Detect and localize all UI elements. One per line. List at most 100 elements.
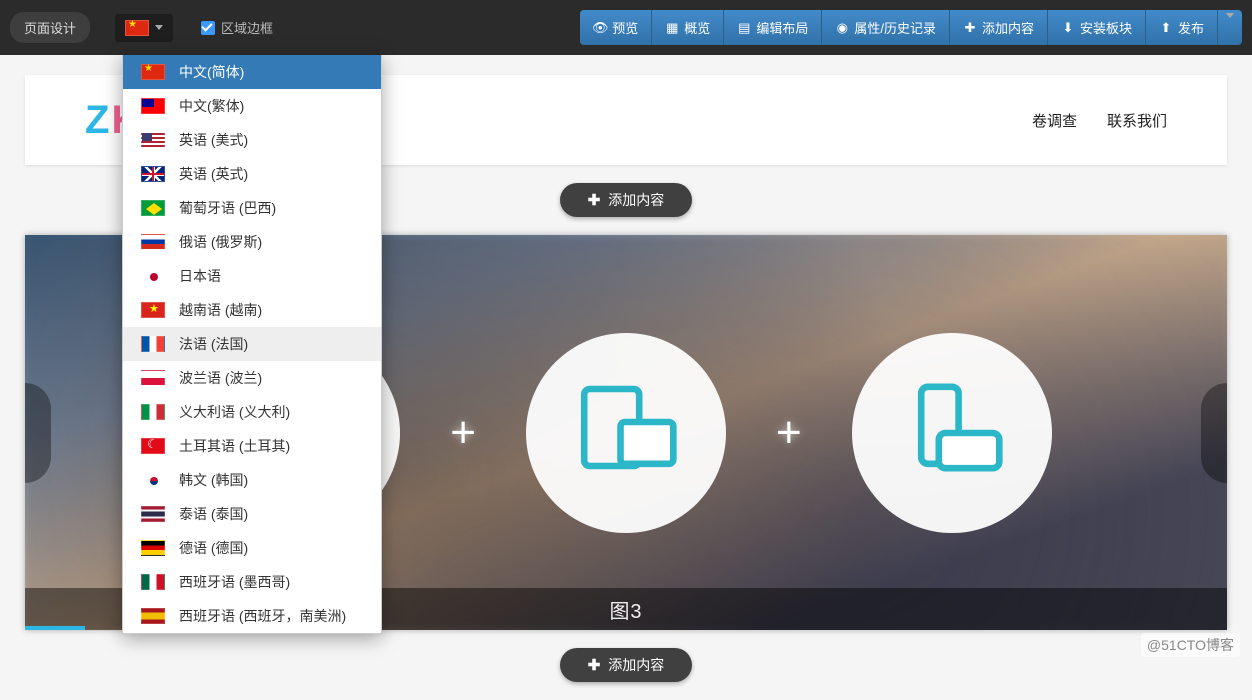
edit-layout-button[interactable]: ▤ 编辑布局 <box>724 10 822 45</box>
page-design-button[interactable]: 页面设计 <box>10 12 90 43</box>
editor-toolbar: 页面设计 区域边框 👁 预览 ▦ 概览 ▤ 编辑布局 ◉ 属性/历史记录 ✚ 添… <box>0 0 1252 55</box>
phone-icon <box>852 333 1052 533</box>
language-option[interactable]: 韩文 (韩国) <box>123 463 381 497</box>
layout-icon: ▤ <box>737 21 751 35</box>
language-option[interactable]: 葡萄牙语 (巴西) <box>123 191 381 225</box>
add-content-pill-top[interactable]: ✚ 添加内容 <box>560 183 693 217</box>
main-nav: 卷调查 联系我们 <box>1032 110 1167 131</box>
add-content-bar-bottom: ✚ 添加内容 <box>0 630 1252 700</box>
publish-dropdown-toggle[interactable] <box>1218 10 1242 45</box>
flag-icon <box>141 268 165 284</box>
flag-icon <box>141 438 165 454</box>
language-option[interactable]: 中文(简体) <box>123 55 381 89</box>
flag-icon <box>141 336 165 352</box>
flag-icon <box>141 472 165 488</box>
flag-icon <box>141 404 165 420</box>
add-content-pill-bottom[interactable]: ✚ 添加内容 <box>560 648 693 682</box>
record-icon: ◉ <box>835 21 849 35</box>
add-content-label: 添加内容 <box>982 18 1034 37</box>
checkbox-checked-icon <box>201 21 215 35</box>
flag-icon <box>141 506 165 522</box>
language-option[interactable]: 俄语 (俄罗斯) <box>123 225 381 259</box>
download-icon: ⬇ <box>1061 21 1075 35</box>
publish-button[interactable]: ⬆ 发布 <box>1146 10 1218 45</box>
attr-history-label: 属性/历史记录 <box>854 18 936 37</box>
eye-icon: 👁 <box>593 21 607 35</box>
chevron-down-icon <box>155 25 163 30</box>
language-dropdown: 中文(简体) 中文(繁体) 英语 (美式) 英语 (英式) 葡萄牙语 (巴西) 俄语 (俄… <box>122 55 382 634</box>
plus-separator: + <box>776 408 802 458</box>
logo-z: Z <box>85 98 111 142</box>
flag-icon <box>125 20 149 36</box>
install-block-label: 安装板块 <box>1080 18 1132 37</box>
flag-icon <box>141 540 165 556</box>
add-content-button[interactable]: ✚ 添加内容 <box>950 10 1048 45</box>
flag-icon <box>141 234 165 250</box>
language-option-label: 德语 (德国) <box>179 538 248 558</box>
flag-icon <box>141 574 165 590</box>
flag-icon <box>141 98 165 114</box>
language-option[interactable]: 日本语 <box>123 259 381 293</box>
plus-icon: ✚ <box>588 191 601 209</box>
plus-icon: ✚ <box>588 656 601 674</box>
language-option-label: 西班牙语 (西班牙，南美洲) <box>179 606 346 626</box>
attributes-history-button[interactable]: ◉ 属性/历史记录 <box>822 10 950 45</box>
language-option-label: 俄语 (俄罗斯) <box>179 232 262 252</box>
flag-icon <box>141 302 165 318</box>
language-option[interactable]: 法语 (法国) <box>123 327 381 361</box>
language-selector-button[interactable] <box>115 14 173 42</box>
overview-button[interactable]: ▦ 概览 <box>652 10 724 45</box>
language-option-label: 西班牙语 (墨西哥) <box>179 572 290 592</box>
language-option[interactable]: 中文(繁体) <box>123 89 381 123</box>
tablet-icon <box>526 333 726 533</box>
language-option-label: 中文(繁体) <box>179 96 244 116</box>
edit-layout-label: 编辑布局 <box>756 18 808 37</box>
flag-icon <box>141 200 165 216</box>
preview-button[interactable]: 👁 预览 <box>580 10 652 45</box>
flag-icon <box>141 132 165 148</box>
region-border-checkbox[interactable]: 区域边框 <box>201 18 273 37</box>
install-block-button[interactable]: ⬇ 安装板块 <box>1048 10 1146 45</box>
language-option-label: 葡萄牙语 (巴西) <box>179 198 276 218</box>
language-option-label: 土耳其语 (土耳其) <box>179 436 290 456</box>
language-option[interactable]: 英语 (英式) <box>123 157 381 191</box>
plus-icon: ✚ <box>963 21 977 35</box>
language-option[interactable]: 西班牙语 (墨西哥) <box>123 565 381 599</box>
flag-icon <box>141 370 165 386</box>
language-option[interactable]: 泰语 (泰国) <box>123 497 381 531</box>
language-option[interactable]: 西班牙语 (西班牙，南美洲) <box>123 599 381 633</box>
toolbar-actions: 👁 预览 ▦ 概览 ▤ 编辑布局 ◉ 属性/历史记录 ✚ 添加内容 ⬇ 安装板块… <box>580 10 1242 45</box>
language-option-label: 越南语 (越南) <box>179 300 262 320</box>
plus-separator: + <box>450 408 476 458</box>
upload-icon: ⬆ <box>1159 21 1173 35</box>
language-option[interactable]: 土耳其语 (土耳其) <box>123 429 381 463</box>
flag-icon <box>141 166 165 182</box>
region-border-label: 区域边框 <box>221 18 273 37</box>
language-option[interactable]: 英语 (美式) <box>123 123 381 157</box>
language-option[interactable]: 越南语 (越南) <box>123 293 381 327</box>
language-option-label: 韩文 (韩国) <box>179 470 248 490</box>
language-option-label: 义大利语 (义大利) <box>179 402 290 422</box>
nav-contact[interactable]: 联系我们 <box>1107 110 1167 131</box>
flag-icon <box>141 608 165 624</box>
language-option[interactable]: 义大利语 (义大利) <box>123 395 381 429</box>
add-content-pill-label: 添加内容 <box>608 655 664 675</box>
language-option-label: 波兰语 (波兰) <box>179 368 262 388</box>
language-option[interactable]: 波兰语 (波兰) <box>123 361 381 395</box>
add-content-pill-label: 添加内容 <box>608 190 664 210</box>
flag-icon <box>141 64 165 80</box>
preview-label: 预览 <box>612 18 638 37</box>
watermark: @51CTO博客 <box>1141 633 1240 657</box>
language-option-label: 英语 (美式) <box>179 130 248 150</box>
language-option-label: 日本语 <box>179 266 221 286</box>
nav-survey[interactable]: 卷调查 <box>1032 110 1077 131</box>
grid-icon: ▦ <box>665 21 679 35</box>
language-option-label: 泰语 (泰国) <box>179 504 248 524</box>
publish-label: 发布 <box>1178 18 1204 37</box>
hero-indicator <box>25 626 85 630</box>
overview-label: 概览 <box>684 18 710 37</box>
language-option[interactable]: 德语 (德国) <box>123 531 381 565</box>
chevron-down-icon <box>1226 13 1234 34</box>
language-option-label: 法语 (法国) <box>179 334 248 354</box>
language-option-label: 英语 (英式) <box>179 164 248 184</box>
